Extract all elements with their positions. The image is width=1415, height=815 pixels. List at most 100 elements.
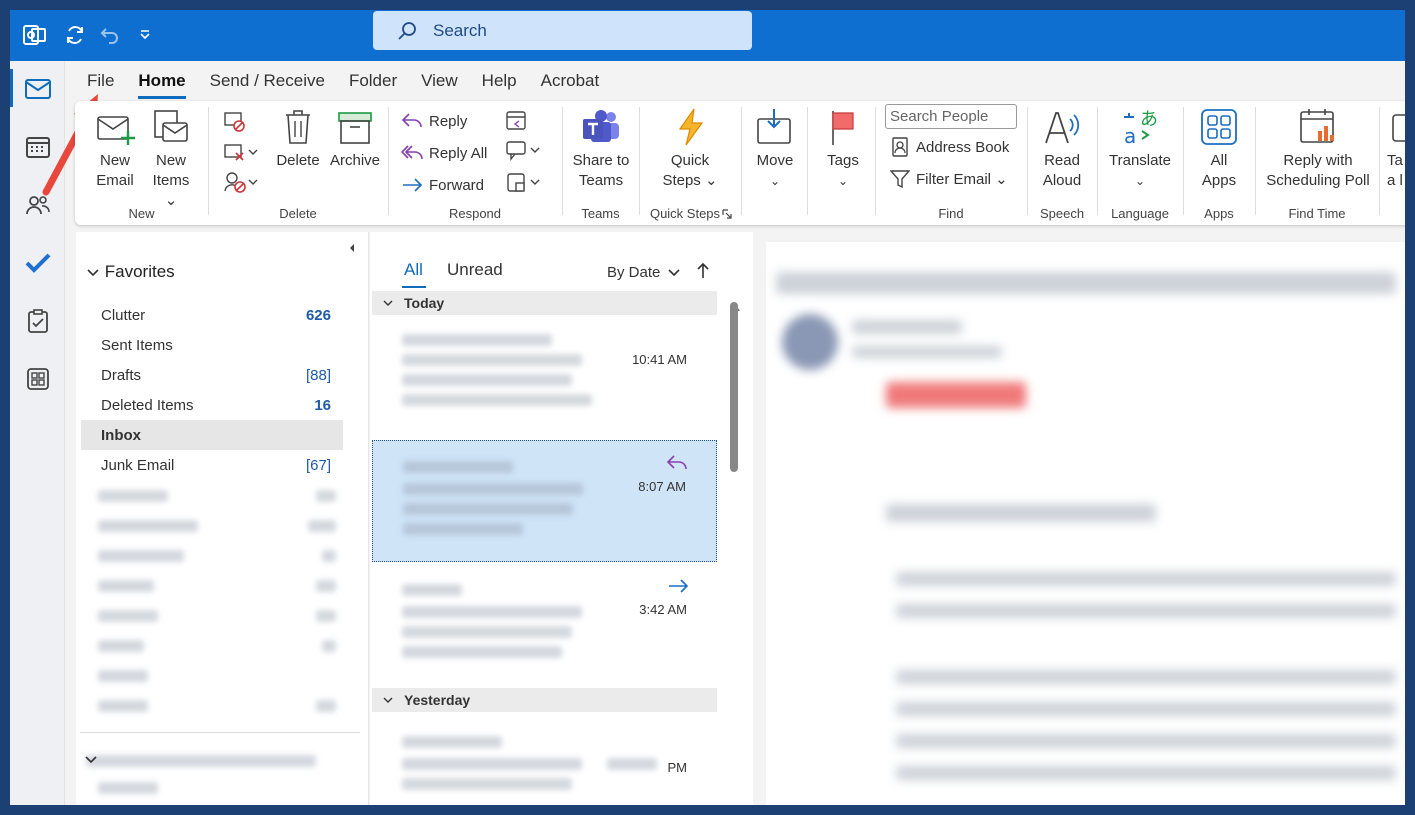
sort-label: By Date — [607, 264, 661, 281]
sort-direction-icon[interactable] — [696, 262, 710, 280]
all-apps-icon — [1201, 109, 1237, 145]
filter-all-tab[interactable]: All — [404, 260, 423, 280]
message-list: All Unread By Date Today 10:41 AM 8:07 A… — [370, 232, 753, 805]
new-email-button[interactable]: New Email — [93, 107, 137, 191]
search-box[interactable]: Search — [373, 11, 752, 50]
im-reply-icon[interactable] — [505, 139, 541, 161]
more-apps-icon[interactable] — [18, 359, 58, 399]
new-email-label-1: New — [99, 152, 130, 169]
ribbon-tabs: File Home Send / Receive Folder View Hel… — [75, 61, 611, 99]
move-icon — [757, 109, 791, 144]
new-items-button[interactable]: New Items ⌄ — [145, 107, 197, 211]
group-header-yesterday[interactable]: Yesterday — [372, 688, 717, 712]
translate-label: Translate — [1109, 152, 1171, 169]
chevron-down-icon — [383, 300, 393, 306]
message-item[interactable]: 3:42 AM — [372, 564, 717, 686]
all-apps-label-2: Apps — [1201, 172, 1237, 189]
tab-acrobat[interactable]: Acrobat — [529, 61, 612, 99]
folder-clutter[interactable]: Clutter 626 — [81, 300, 343, 330]
active-filter-underline — [402, 286, 426, 288]
customize-qat-icon[interactable] — [130, 20, 160, 50]
chevron-down-icon — [668, 268, 680, 276]
translate-button[interactable]: あa Translate ⌄ — [1106, 107, 1174, 191]
chevron-down-icon[interactable] — [84, 754, 98, 766]
more-respond-icon[interactable] — [505, 171, 541, 193]
new-email-label-2: Email — [96, 172, 134, 189]
new-items-label-2: Items ⌄ — [152, 172, 190, 209]
quick-steps-button[interactable]: Quick Steps ⌄ — [656, 107, 724, 191]
message-item[interactable]: 10:41 AM — [372, 318, 717, 440]
filter-email-button[interactable]: Filter Email ⌄ — [890, 169, 1008, 189]
tasks-icon[interactable] — [18, 301, 58, 341]
message-list-scrollbar[interactable] — [730, 302, 738, 472]
undo-icon[interactable] — [95, 20, 125, 50]
folder-drafts[interactable]: Drafts [88] — [81, 360, 343, 390]
read-aloud-label-2: Aloud — [1042, 172, 1082, 189]
tab-folder[interactable]: Folder — [337, 61, 409, 99]
group-find-label: Find — [938, 206, 964, 221]
junk-icon[interactable] — [223, 171, 259, 193]
folder-count: [67] — [305, 456, 331, 474]
search-icon — [398, 21, 416, 40]
outlook-window: Search File Home Send / Receive Folder V… — [10, 10, 1405, 805]
all-apps-button[interactable]: All Apps — [1194, 107, 1244, 191]
group-apps: All Apps Apps — [1184, 101, 1254, 225]
new-email-icon — [97, 116, 135, 145]
reply-button[interactable]: Reply — [401, 111, 467, 131]
folder-name: Junk Email — [101, 456, 175, 474]
folder-name: Inbox — [101, 426, 141, 444]
read-aloud-button[interactable]: Read Aloud — [1034, 107, 1090, 191]
quick-steps-label-2: Steps ⌄ — [662, 172, 718, 189]
folder-inbox[interactable]: Inbox — [81, 420, 343, 450]
folder-pane: Favorites Clutter 626 Sent Items Drafts … — [76, 232, 369, 805]
collapse-pane-icon[interactable] — [346, 242, 358, 254]
clean-up-icon[interactable] — [223, 141, 259, 163]
forward-label: Forward — [429, 176, 485, 194]
search-people-input[interactable]: Search People — [885, 104, 1017, 129]
tab-help[interactable]: Help — [470, 61, 529, 99]
folder-junk-email[interactable]: Junk Email [67] — [81, 450, 343, 480]
translate-icon: あa — [1124, 109, 1158, 147]
filter-icon — [890, 170, 910, 189]
sync-icon[interactable] — [60, 20, 90, 50]
folder-deleted-items[interactable]: Deleted Items 16 — [81, 390, 343, 420]
group-teams-label: Teams — [581, 206, 620, 221]
address-book-button[interactable]: Address Book — [890, 137, 1009, 157]
tab-home[interactable]: Home — [126, 61, 197, 99]
active-indicator — [10, 69, 13, 107]
share-to-teams-button[interactable]: Share to Teams — [567, 107, 635, 191]
group-label: Yesterday — [404, 692, 471, 708]
favorites-title: Favorites — [104, 262, 175, 281]
message-item[interactable]: PM — [372, 716, 717, 805]
delete-label: Delete — [276, 152, 320, 169]
meeting-reply-icon[interactable] — [505, 109, 529, 136]
todo-icon[interactable] — [18, 243, 58, 283]
tags-button[interactable]: Tags ⌄ — [818, 107, 868, 191]
favorites-header[interactable]: Favorites — [86, 262, 175, 282]
overflow-button[interactable]: Ta a l — [1387, 107, 1405, 191]
group-respond-label: Respond — [448, 206, 502, 221]
ignore-icon[interactable] — [223, 111, 247, 138]
scheduling-poll-label-2: Scheduling Poll — [1266, 172, 1370, 189]
delete-button[interactable]: Delete — [273, 107, 323, 171]
archive-icon — [338, 112, 372, 144]
tab-view[interactable]: View — [409, 61, 470, 99]
archive-button[interactable]: Archive — [327, 107, 383, 171]
lightning-icon — [678, 108, 704, 146]
reply-scheduling-poll-button[interactable]: Reply with Scheduling Poll — [1260, 107, 1376, 191]
dialog-launcher-icon[interactable] — [722, 209, 732, 219]
svg-text:a: a — [1124, 124, 1136, 147]
tab-send-receive[interactable]: Send / Receive — [198, 61, 337, 99]
group-header-today[interactable]: Today — [372, 291, 717, 315]
reply-all-button[interactable]: Reply All — [401, 143, 487, 163]
filter-unread-tab[interactable]: Unread — [447, 260, 503, 280]
tags-label: Tags — [827, 152, 859, 169]
forward-button[interactable]: Forward — [401, 175, 484, 195]
group-find-time: Reply with Scheduling Poll Find Time — [1256, 101, 1378, 225]
move-button[interactable]: Move ⌄ — [750, 107, 800, 191]
group-tags: Tags ⌄ — [808, 101, 874, 225]
message-item-selected[interactable]: 8:07 AM — [372, 440, 717, 562]
outlook-logo-icon — [20, 20, 50, 50]
sort-by-date-button[interactable]: By Date — [607, 264, 682, 281]
folder-sent-items[interactable]: Sent Items — [81, 330, 343, 360]
